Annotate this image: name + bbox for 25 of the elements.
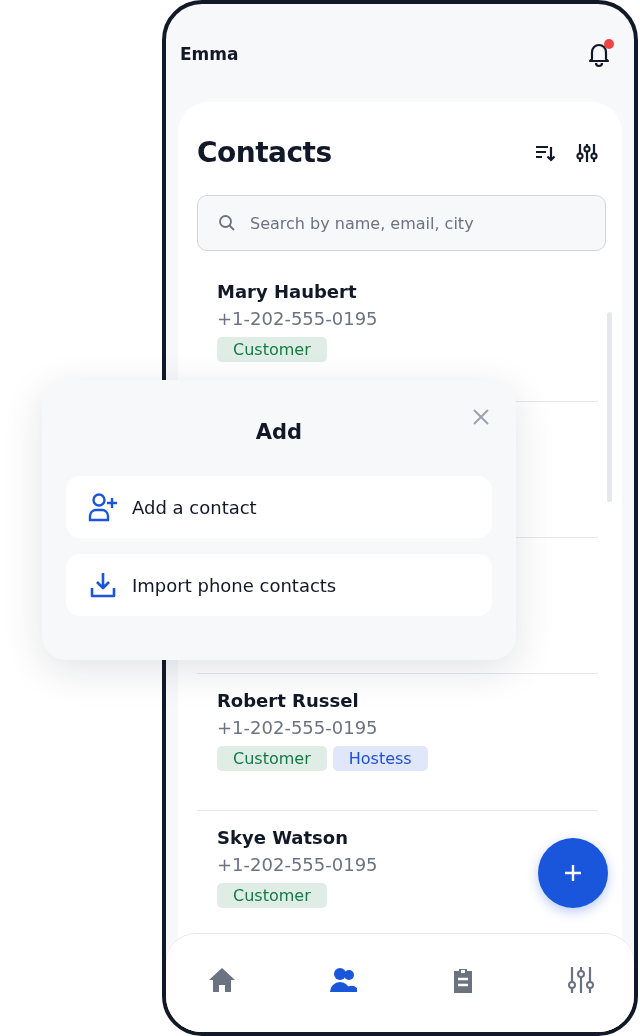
add-contact-option[interactable]: Add a contact bbox=[66, 476, 492, 538]
filter-icon[interactable] bbox=[576, 141, 598, 164]
contact-tag: Customer bbox=[217, 337, 327, 362]
contact-tag: Customer bbox=[217, 746, 327, 771]
contact-phone: +1-202-555-0195 bbox=[217, 854, 378, 875]
home-icon[interactable] bbox=[208, 967, 236, 993]
contact-name[interactable]: Mary Haubert bbox=[217, 281, 357, 302]
page-title: Contacts bbox=[197, 136, 333, 169]
add-person-icon bbox=[88, 492, 118, 522]
people-icon[interactable] bbox=[330, 967, 358, 993]
contact-phone: +1-202-555-0195 bbox=[217, 717, 378, 738]
contact-tag: Hostess bbox=[332, 746, 428, 771]
sliders-icon[interactable] bbox=[568, 966, 594, 994]
search-field[interactable]: Search by name, email, city bbox=[197, 195, 606, 251]
contact-phone: +1-202-555-0195 bbox=[217, 308, 378, 329]
dialog-title: Add bbox=[255, 420, 303, 444]
plus-icon bbox=[563, 863, 583, 883]
contact-name[interactable]: Skye Watson bbox=[217, 827, 348, 848]
import-option[interactable]: Import phone contacts bbox=[66, 554, 492, 616]
contact-name[interactable]: Robert Russel bbox=[217, 690, 359, 711]
clipboard-icon[interactable] bbox=[452, 967, 474, 993]
user-name: Emma bbox=[180, 44, 239, 64]
scrollbar[interactable] bbox=[607, 312, 612, 502]
contact-tag: Customer bbox=[217, 883, 327, 908]
download-icon bbox=[88, 570, 118, 600]
